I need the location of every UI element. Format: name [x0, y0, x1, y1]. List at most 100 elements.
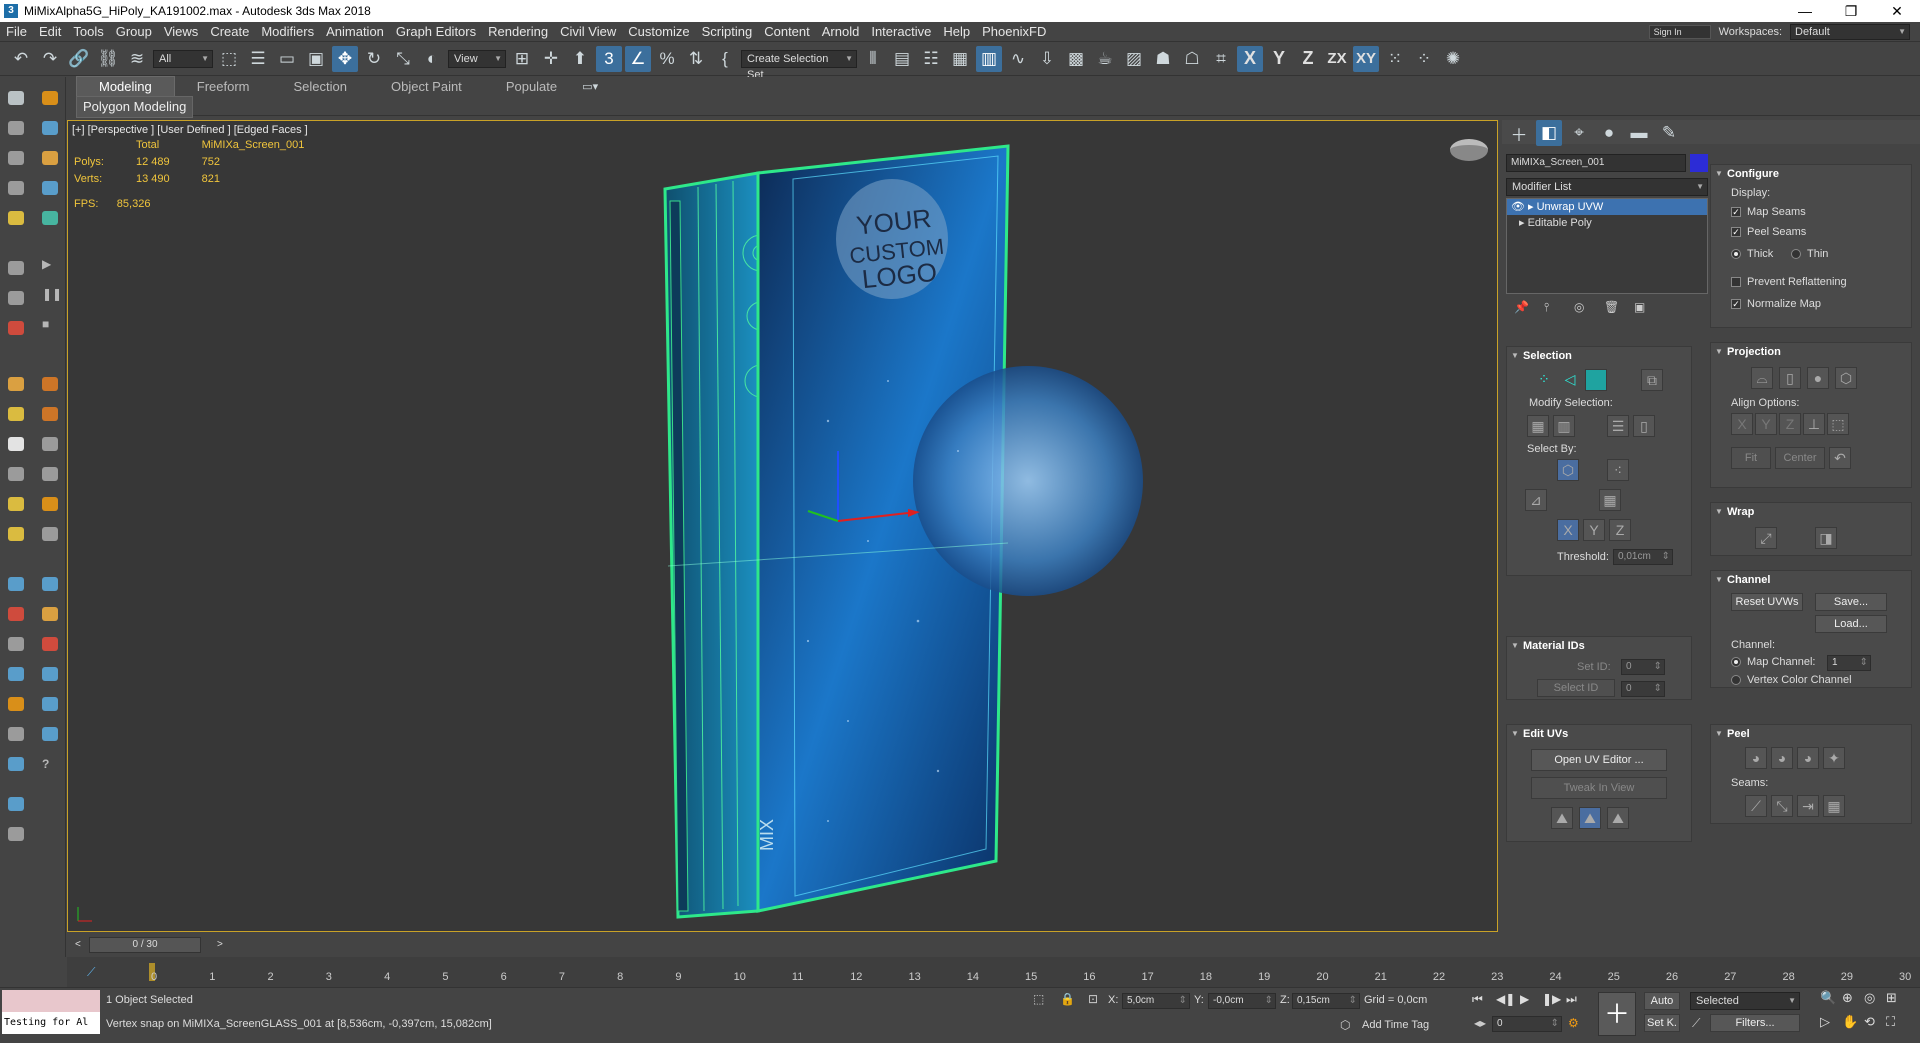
material-editor-icon[interactable]: ▩ — [1063, 46, 1089, 72]
selection-rollout-header[interactable]: Selection — [1507, 347, 1691, 365]
remove-modifier-icon[interactable]: 🗑 — [1604, 300, 1619, 314]
menu-arnold[interactable]: Arnold — [816, 22, 866, 42]
ribbon-options-icon[interactable]: ▭▾ — [579, 79, 601, 95]
tool-icon[interactable] — [8, 637, 24, 651]
tab-object-paint[interactable]: Object Paint — [369, 77, 484, 96]
save-button[interactable]: Save... — [1815, 593, 1887, 611]
lock-icon[interactable]: 🔒 — [1060, 992, 1075, 1006]
prevent-reflattening-checkbox[interactable] — [1731, 277, 1741, 287]
select-grid-icon[interactable]: ▦ — [1599, 489, 1621, 511]
edit-seams-icon[interactable]: ⟋ — [1745, 795, 1767, 817]
map-channel-radio[interactable] — [1731, 657, 1741, 667]
selection-filter-dropdown[interactable]: All — [153, 49, 213, 68]
pause-icon[interactable]: ❚❚ — [42, 287, 62, 301]
zoom-extents-icon[interactable]: ◎ — [1864, 990, 1875, 1006]
select-object-icon[interactable]: ⬚ — [216, 46, 242, 72]
tool-icon[interactable] — [8, 291, 24, 305]
maxscript-listener[interactable] — [2, 990, 100, 1012]
tool-icon[interactable] — [8, 211, 24, 225]
filters-button[interactable]: Filters... — [1710, 1014, 1800, 1032]
maxscript-input[interactable]: Testing for Al — [2, 1012, 100, 1034]
create-tab-icon[interactable]: ＋ — [1506, 120, 1532, 146]
open-uv-editor-button[interactable]: Open UV Editor ... — [1531, 749, 1667, 771]
menu-create[interactable]: Create — [204, 22, 255, 42]
render-in-cloud-icon[interactable]: ⌗ — [1208, 46, 1234, 72]
spline-map-icon[interactable]: ⤢ — [1755, 527, 1777, 549]
fit-button[interactable]: Fit — [1731, 447, 1771, 469]
quick-planar-icon[interactable]: ⛰ — [1551, 807, 1573, 829]
gear-icon[interactable]: ✺ — [1440, 46, 1466, 72]
axis-xy-button[interactable]: XY — [1353, 45, 1379, 72]
orbit-icon[interactable]: ⟲ — [1864, 1014, 1875, 1030]
go-to-start-icon[interactable]: ⏮ — [1472, 992, 1483, 1007]
undo-icon[interactable]: ↶ — [8, 46, 34, 72]
modify-tab-icon[interactable]: ◧ — [1536, 120, 1562, 146]
vertex-select-icon[interactable]: ⁘ — [1533, 369, 1555, 391]
zoom-all-icon[interactable]: ⊕ — [1842, 990, 1853, 1006]
peel-seams-checkbox[interactable]: ✓ — [1731, 227, 1741, 237]
time-slider[interactable]: < 0 / 30 > — [67, 935, 1920, 957]
tool-icon[interactable] — [8, 607, 24, 621]
add-time-tag-label[interactable]: Add Time Tag — [1362, 1019, 1429, 1031]
tool-icon[interactable] — [42, 181, 58, 195]
quick-peel-tool-icon[interactable]: ◕ — [1745, 747, 1767, 769]
render-iterative-icon[interactable]: ☖ — [1179, 46, 1205, 72]
normalize-map-checkbox[interactable]: ✓ — [1731, 299, 1741, 309]
tool-icon[interactable] — [42, 607, 58, 621]
maximize-viewport-icon[interactable]: ⛶ — [1886, 1014, 1895, 1030]
tool-icon[interactable] — [8, 497, 24, 511]
link-icon[interactable]: 🔗 — [66, 46, 92, 72]
tool-icon[interactable] — [8, 727, 24, 741]
tool-icon[interactable] — [42, 727, 58, 741]
menu-interactive[interactable]: Interactive — [865, 22, 937, 42]
go-to-end-icon[interactable]: ⏭ — [1566, 992, 1577, 1007]
peel-header[interactable]: Peel — [1711, 725, 1911, 743]
menu-modifiers[interactable]: Modifiers — [255, 22, 320, 42]
set-key-big-button[interactable]: ＋ — [1598, 992, 1636, 1036]
scale-icon[interactable]: ⤡ — [390, 46, 416, 72]
align-z-button[interactable]: Z — [1779, 413, 1801, 435]
edge-select-icon[interactable]: ◁ — [1559, 369, 1581, 391]
render-icon[interactable]: ☗ — [1150, 46, 1176, 72]
tool-icon[interactable] — [8, 261, 24, 275]
load-button[interactable]: Load... — [1815, 615, 1887, 633]
thick-radio[interactable] — [1731, 249, 1741, 259]
tool-icon[interactable] — [8, 91, 24, 105]
window-crossing-icon[interactable]: ▣ — [303, 46, 329, 72]
rotate-icon[interactable]: ↻ — [361, 46, 387, 72]
tool-icon[interactable] — [42, 377, 58, 391]
tool-icon[interactable] — [8, 697, 24, 711]
y-coord-field[interactable]: -0,0cm — [1208, 993, 1276, 1009]
pivot-icon[interactable]: ⊞ — [509, 46, 535, 72]
element-select-icon[interactable]: ⧉ — [1641, 369, 1663, 391]
reset-projection-icon[interactable]: ↶ — [1829, 447, 1851, 469]
snaps-toggle-icon[interactable]: 3 — [596, 45, 622, 72]
quick-map-icon[interactable]: ⛰ — [1607, 807, 1629, 829]
move-icon[interactable]: ✥ — [332, 45, 358, 72]
track-bar[interactable]: ⟋ 0 1 2 3 4 5 6 7 8 9 10 11 12 13 14 15 16 17 18 19 20 21 22 23… — [67, 957, 1920, 987]
menu-views[interactable]: Views — [158, 22, 204, 42]
tool-icon[interactable] — [42, 91, 58, 105]
reset-uvws-button[interactable]: Reset UVWs — [1731, 593, 1803, 611]
spinner-snap-icon[interactable]: ⇅ — [683, 46, 709, 72]
menu-phoenixfd[interactable]: PhoenixFD — [976, 22, 1052, 42]
zoom-extents-all-icon[interactable]: ⊞ — [1886, 990, 1897, 1006]
ring-icon[interactable]: ▯ — [1633, 415, 1655, 437]
stack-item-unwrap[interactable]: 👁 ▸ Unwrap UVW — [1507, 199, 1707, 215]
align-to-view-icon[interactable]: ⬚ — [1827, 413, 1849, 435]
center-button[interactable]: Center — [1775, 447, 1825, 469]
pin-stack-icon[interactable]: 📌 — [1514, 300, 1529, 314]
auto-key-button[interactable]: Auto — [1644, 992, 1680, 1010]
scene-explorer-icon[interactable]: ▥ — [976, 45, 1002, 72]
object-name-field[interactable]: MiMIXa_Screen_001 — [1506, 154, 1686, 172]
unlink-icon[interactable]: ⛓ — [95, 46, 121, 72]
mirror-icon[interactable]: ⫴ — [860, 46, 886, 72]
menu-civil-view[interactable]: Civil View — [554, 22, 622, 42]
close-button[interactable]: ✕ — [1874, 0, 1920, 22]
map-channel-spinner[interactable]: 1 — [1827, 655, 1871, 671]
ribbon-toggle-icon[interactable]: ▦ — [947, 46, 973, 72]
select-z-icon[interactable]: Z — [1609, 519, 1631, 541]
next-key-icon[interactable]: ❚▶ — [1542, 992, 1561, 1006]
tool-icon[interactable] — [8, 377, 24, 391]
reset-peel-icon[interactable]: ◕ — [1797, 747, 1819, 769]
